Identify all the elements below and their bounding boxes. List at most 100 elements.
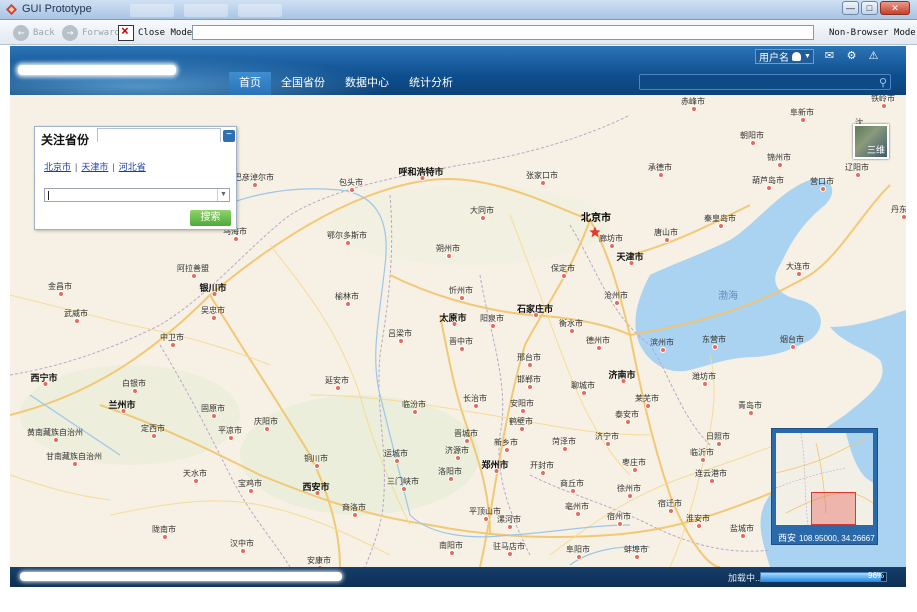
city-label[interactable]: 张家口市: [526, 170, 558, 186]
city-label[interactable]: 长治市: [463, 393, 487, 409]
city-label[interactable]: 聊城市: [571, 380, 595, 396]
non-browser-mode-button[interactable]: Non-Browser Mode: [829, 24, 916, 41]
city-label[interactable]: 徐州市: [617, 483, 641, 499]
city-label[interactable]: 保定市: [551, 263, 575, 279]
city-label[interactable]: 大同市: [470, 205, 494, 221]
city-label[interactable]: 定西市: [141, 423, 165, 439]
city-label[interactable]: 济南市: [608, 368, 636, 384]
city-label[interactable]: 汉中市: [230, 538, 254, 554]
city-label[interactable]: 潍坊市: [692, 371, 716, 387]
city-label[interactable]: 亳州市: [565, 501, 589, 517]
maximize-button[interactable]: □: [861, 1, 878, 15]
city-label[interactable]: 大连市: [786, 261, 810, 277]
city-label[interactable]: 德州市: [586, 335, 610, 351]
url-input[interactable]: [192, 25, 814, 40]
view-3d-toggle[interactable]: 三维: [853, 124, 889, 159]
city-label[interactable]: 阿拉善盟: [177, 263, 209, 279]
city-label[interactable]: 忻州市: [449, 285, 473, 301]
city-label[interactable]: 临汾市: [402, 399, 426, 415]
city-label[interactable]: 漯河市: [497, 514, 521, 530]
link-hebei[interactable]: 河北省: [119, 162, 146, 172]
city-label[interactable]: 平凉市: [218, 425, 242, 441]
city-label[interactable]: 天津市: [616, 250, 644, 266]
overview-canvas[interactable]: [776, 433, 873, 525]
city-label[interactable]: 临沂市: [690, 447, 714, 463]
city-label[interactable]: 宿州市: [607, 511, 631, 527]
city-label[interactable]: 石家庄市: [517, 302, 553, 318]
alert-icon[interactable]: ⚠: [867, 50, 880, 62]
city-label[interactable]: 秦皇岛市: [704, 213, 736, 229]
link-tianjin[interactable]: 天津市: [81, 162, 108, 172]
minimize-button[interactable]: —: [842, 1, 859, 15]
city-label[interactable]: 朔州市: [436, 243, 460, 259]
city-label[interactable]: 商洛市: [342, 502, 366, 518]
city-label[interactable]: 中卫市: [160, 332, 184, 348]
city-label[interactable]: 驻马店市: [493, 541, 525, 557]
city-label[interactable]: 阜新市: [790, 107, 814, 123]
city-label[interactable]: 吕梁市: [388, 328, 412, 344]
city-label[interactable]: 莱芜市: [635, 393, 659, 409]
city-label[interactable]: 锦州市: [767, 152, 791, 168]
city-label[interactable]: 沧州市: [604, 290, 628, 306]
city-label[interactable]: 淮安市: [686, 513, 710, 529]
city-label[interactable]: 银川市: [199, 281, 227, 297]
city-label[interactable]: 榆林市: [335, 291, 359, 307]
city-label[interactable]: 营口市: [810, 176, 834, 192]
city-label[interactable]: 郑州市: [481, 458, 509, 474]
city-label[interactable]: 安康市: [307, 555, 331, 567]
city-label[interactable]: 赤峰市: [681, 96, 705, 112]
city-label[interactable]: 鹤壁市: [509, 416, 533, 432]
nav-item-data-center[interactable]: 数据中心: [335, 72, 399, 95]
nav-item-provinces[interactable]: 全国省份: [271, 72, 335, 95]
province-combo[interactable]: ▼: [44, 188, 230, 202]
city-label[interactable]: 连云港市: [695, 468, 727, 484]
city-label[interactable]: 新乡市: [494, 437, 518, 453]
user-menu[interactable]: 用户名 ▼: [755, 49, 814, 64]
city-label[interactable]: 洛阳市: [438, 466, 462, 482]
city-label[interactable]: 开封市: [530, 460, 554, 476]
city-label[interactable]: 蚌埠市: [624, 544, 648, 560]
city-label[interactable]: 延安市: [325, 375, 349, 391]
city-label[interactable]: 宿迁市: [658, 498, 682, 514]
city-label[interactable]: 滨州市: [650, 337, 674, 353]
city-label[interactable]: 衡水市: [559, 318, 583, 334]
chevron-down-icon[interactable]: ▼: [217, 189, 229, 201]
city-label[interactable]: 烟台市: [780, 334, 804, 350]
city-label[interactable]: 商丘市: [560, 478, 584, 494]
search-icon[interactable]: ⚲: [879, 76, 887, 89]
city-label[interactable]: 青岛市: [738, 400, 762, 416]
city-label[interactable]: 宝鸡市: [238, 478, 262, 494]
nav-item-home[interactable]: 首页: [229, 72, 271, 95]
city-label[interactable]: 菏泽市: [552, 436, 576, 452]
city-label[interactable]: 铜川市: [304, 453, 328, 469]
city-label[interactable]: 吴忠市: [201, 305, 225, 321]
city-label[interactable]: 东营市: [702, 334, 726, 350]
city-label[interactable]: 阜阳市: [566, 544, 590, 560]
city-label[interactable]: 固原市: [201, 403, 225, 419]
city-label[interactable]: 天水市: [183, 468, 207, 484]
city-label[interactable]: 济源市: [445, 445, 469, 461]
city-label[interactable]: 泰安市: [615, 409, 639, 425]
city-label[interactable]: 晋城市: [454, 428, 478, 444]
city-label[interactable]: 三门峡市: [387, 476, 419, 492]
city-label[interactable]: 金昌市: [48, 281, 72, 297]
city-label[interactable]: 武威市: [64, 308, 88, 324]
close-mode-button[interactable]: Close Mode: [118, 24, 192, 41]
city-label[interactable]: 朝阳市: [740, 130, 764, 146]
city-label[interactable]: 庆阳市: [254, 416, 278, 432]
city-label[interactable]: 丹东市: [891, 204, 906, 220]
city-label[interactable]: 兰州市: [108, 398, 136, 414]
window-close-button[interactable]: ✕: [880, 1, 910, 15]
city-label[interactable]: 济宁市: [595, 431, 619, 447]
nav-item-statistics[interactable]: 统计分析: [399, 72, 463, 95]
header-search-input[interactable]: ⚲: [639, 74, 891, 90]
city-label[interactable]: 唐山市: [654, 227, 678, 243]
city-label[interactable]: 安阳市: [510, 398, 534, 414]
city-label[interactable]: 辽阳市: [845, 162, 869, 178]
city-label[interactable]: 盐城市: [730, 523, 754, 539]
mail-icon[interactable]: ✉: [823, 50, 836, 62]
link-beijing[interactable]: 北京市: [44, 162, 71, 172]
search-button[interactable]: 搜索: [190, 210, 231, 226]
city-label[interactable]: 巴彦淖尔市: [234, 172, 274, 188]
city-label[interactable]: 太原市: [439, 311, 467, 327]
